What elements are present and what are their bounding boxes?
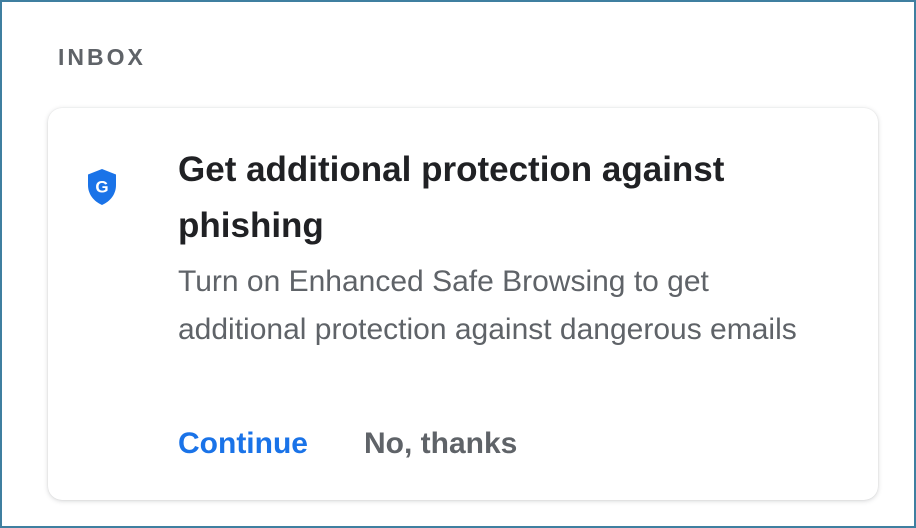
section-label-inbox: INBOX (58, 44, 146, 70)
card-title: Get additional protection against phishi… (178, 150, 725, 245)
card-description: Turn on Enhanced Safe Browsing to get ad… (178, 265, 797, 346)
card-actions: Continue No, thanks (178, 420, 517, 468)
screenshot-frame: INBOX G Get additional protection agains… (0, 0, 916, 528)
continue-button[interactable]: Continue (178, 420, 308, 468)
google-shield-icon: G (86, 168, 118, 206)
safe-browsing-promo-card: G Get additional protection against phis… (48, 108, 878, 500)
shield-letter: G (95, 178, 108, 197)
no-thanks-button[interactable]: No, thanks (364, 420, 517, 468)
